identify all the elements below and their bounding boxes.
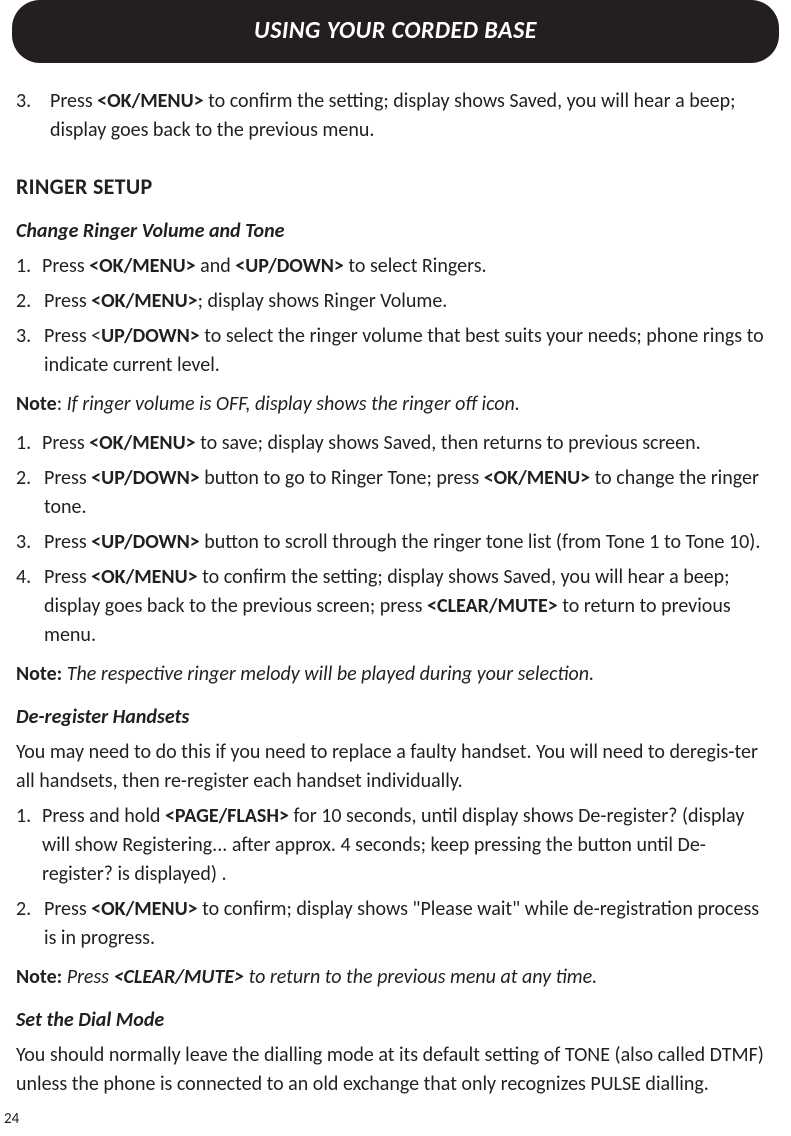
- key-up-down: <UP/DOWN>: [91, 466, 200, 490]
- text: Press: [50, 89, 97, 113]
- step: 2. Press <OK/MENU>; display shows Ringer…: [16, 287, 775, 316]
- subheading-deregister: De-register Handsets: [16, 703, 775, 732]
- page-number: 24: [0, 1109, 791, 1136]
- note-label: Note:: [16, 965, 62, 989]
- key-up-down: <UP/DOWN>: [235, 254, 344, 278]
- key-ok-menu: <OK/MENU>: [484, 466, 590, 490]
- step-number: 4.: [16, 563, 44, 650]
- page-content: 3. Press <OK/MENU> to confirm the settin…: [0, 63, 791, 1109]
- key-ok-menu: <OK/MENU>: [91, 289, 197, 313]
- key-up-down: UP/DOWN>: [101, 324, 200, 348]
- note: Note: Press <CLEAR/MUTE> to return to th…: [16, 963, 775, 992]
- step-body: Press <UP/DOWN> button to scroll through…: [44, 528, 775, 557]
- paragraph: You should normally leave the dialling m…: [16, 1041, 775, 1099]
- step-number: 3.: [16, 528, 44, 557]
- step: 3. Press <UP/DOWN> to select the ringer …: [16, 322, 775, 380]
- text: Press: [44, 897, 91, 921]
- text: ; display shows Ringer Volume.: [198, 289, 448, 313]
- step: 2. Press <UP/DOWN> button to go to Ringe…: [16, 464, 775, 522]
- note-label: Note: [16, 392, 57, 416]
- note: Note: The respective ringer melody will …: [16, 660, 775, 689]
- step: 2. Press <OK/MENU> to confirm; display s…: [16, 895, 775, 953]
- key-ok-menu: <OK/MENU>: [89, 431, 195, 455]
- step-body: Press <UP/DOWN> button to go to Ringer T…: [44, 464, 775, 522]
- step-body: Press <OK/MENU> to confirm the setting; …: [44, 563, 775, 650]
- step-body: Press <UP/DOWN> to select the ringer vol…: [44, 322, 775, 380]
- text: Press <: [44, 324, 101, 348]
- step-number: 1.: [16, 429, 42, 458]
- text: Press: [67, 965, 114, 989]
- step-number: 2.: [16, 287, 44, 316]
- step-body: Press <OK/MENU> to confirm the setting; …: [44, 87, 775, 145]
- paragraph: You may need to do this if you need to r…: [16, 738, 775, 796]
- step-body: Press <OK/MENU>; display shows Ringer Vo…: [44, 287, 775, 316]
- step: 3. Press <UP/DOWN> button to scroll thro…: [16, 528, 775, 557]
- key-page-flash: <PAGE/FLASH>: [165, 804, 289, 828]
- text: Press: [44, 565, 91, 589]
- note: Note: If ringer volume is OFF, display s…: [16, 390, 775, 419]
- text: Press and hold: [42, 804, 165, 828]
- heading-ringer-setup: RINGER SETUP: [16, 171, 775, 203]
- text: to select Ringers.: [344, 254, 487, 278]
- note-label: Note:: [16, 662, 62, 686]
- step-number: 3.: [16, 322, 44, 380]
- text: Press: [44, 466, 91, 490]
- step-number: 1.: [16, 252, 42, 281]
- step: 3. Press <OK/MENU> to confirm the settin…: [16, 87, 775, 145]
- key-clear-mute: <CLEAR/MUTE>: [427, 594, 558, 618]
- text: Press: [44, 289, 91, 313]
- text: Press: [44, 530, 91, 554]
- text: button to go to Ringer Tone; press: [200, 466, 484, 490]
- text: :: [57, 392, 67, 416]
- key-up-down: <UP/DOWN>: [91, 530, 200, 554]
- step: 1. Press and hold <PAGE/FLASH> for 10 se…: [16, 802, 775, 889]
- note-body: If ringer volume is OFF, display shows t…: [67, 392, 520, 416]
- text: and: [196, 254, 236, 278]
- step: 1. Press <OK/MENU> to save; display show…: [16, 429, 775, 458]
- note-body: Press <CLEAR/MUTE> to return to the prev…: [67, 965, 597, 989]
- key-ok-menu: <OK/MENU>: [97, 89, 203, 113]
- step-number: 2.: [16, 464, 44, 522]
- note-body: The respective ringer melody will be pla…: [67, 662, 594, 686]
- key-ok-menu: <OK/MENU>: [89, 254, 195, 278]
- section-title: USING YOUR CORDED BASE: [254, 16, 537, 45]
- key-ok-menu: <OK/MENU>: [91, 565, 197, 589]
- step-number: 1.: [16, 802, 42, 889]
- text: Press: [42, 254, 89, 278]
- step-number: 3.: [16, 87, 44, 145]
- subheading-dial-mode: Set the Dial Mode: [16, 1006, 775, 1035]
- text: to return to the previous menu at any ti…: [244, 965, 597, 989]
- step: 1. Press <OK/MENU> and <UP/DOWN> to sele…: [16, 252, 775, 281]
- text: button to scroll through the ringer tone…: [200, 530, 761, 554]
- step-body: Press <OK/MENU> and <UP/DOWN> to select …: [42, 252, 775, 281]
- section-header: USING YOUR CORDED BASE: [12, 0, 779, 63]
- step-body: Press <OK/MENU> to save; display shows S…: [42, 429, 775, 458]
- key-clear-mute: <CLEAR/MUTE>: [114, 965, 245, 989]
- step-body: Press and hold <PAGE/FLASH> for 10 secon…: [42, 802, 775, 889]
- text: to save; display shows Saved, then retur…: [196, 431, 701, 455]
- step-number: 2.: [16, 895, 44, 953]
- subheading-change-ringer: Change Ringer Volume and Tone: [16, 217, 775, 246]
- step: 4. Press <OK/MENU> to confirm the settin…: [16, 563, 775, 650]
- text: Press: [42, 431, 89, 455]
- key-ok-menu: <OK/MENU>: [91, 897, 197, 921]
- step-body: Press <OK/MENU> to confirm; display show…: [44, 895, 775, 953]
